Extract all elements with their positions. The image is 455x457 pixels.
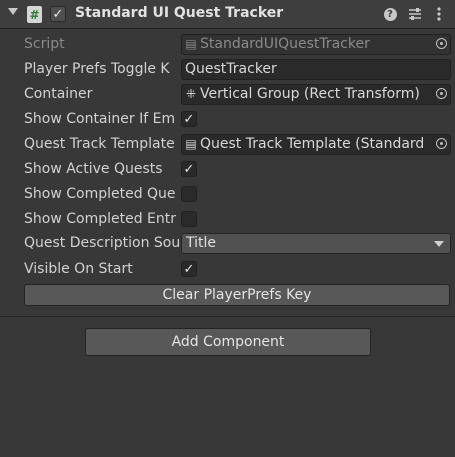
- quest-track-template-label: Quest Track Template: [24, 136, 175, 152]
- script-row: Script ▤ StandardUIQuestTracker: [0, 34, 455, 56]
- script-icon: #: [27, 6, 42, 23]
- section-divider: [0, 316, 455, 317]
- quest-description-source-value: Title: [186, 235, 217, 251]
- player-prefs-toggle-key-label: Player Prefs Toggle K: [24, 61, 170, 77]
- kebab-menu-icon[interactable]: [430, 5, 448, 23]
- quest-description-source-label: Quest Description Sou: [24, 235, 179, 251]
- script-value: StandardUIQuestTracker: [200, 36, 370, 52]
- script-file-icon: ▤: [185, 37, 197, 51]
- component-header: # ✓ Standard UI Quest Tracker ?: [0, 0, 455, 29]
- show-active-quests-checkbox[interactable]: ✓: [181, 161, 197, 177]
- add-component-button[interactable]: Add Component: [85, 328, 371, 356]
- presets-icon[interactable]: [406, 5, 424, 23]
- show-container-if-empty-row: Show Container If Em ✓: [0, 109, 455, 131]
- show-completed-entries-label: Show Completed Entr: [24, 211, 176, 227]
- quest-description-source-dropdown[interactable]: Title: [181, 233, 451, 254]
- player-prefs-toggle-key-input[interactable]: QuestTracker: [181, 59, 451, 80]
- object-picker-icon[interactable]: [436, 88, 447, 99]
- show-completed-quests-checkbox[interactable]: [181, 186, 197, 202]
- script-file-icon: ▤: [185, 137, 197, 151]
- component-title: Standard UI Quest Tracker: [75, 5, 284, 21]
- show-active-quests-row: Show Active Quests ✓: [0, 159, 455, 181]
- visible-on-start-row: Visible On Start ✓: [0, 259, 455, 281]
- container-label: Container: [24, 86, 93, 102]
- container-value: Vertical Group (Rect Transform): [200, 86, 420, 102]
- container-row: Container ⁜ Vertical Group (Rect Transfor…: [0, 84, 455, 106]
- quest-track-template-row: Quest Track Template ▤ Quest Track Templa…: [0, 134, 455, 156]
- show-completed-quests-row: Show Completed Que: [0, 184, 455, 206]
- help-icon[interactable]: ?: [381, 5, 399, 23]
- show-container-if-empty-label: Show Container If Em: [24, 111, 176, 127]
- quest-track-template-field[interactable]: ▤ Quest Track Template (Standard: [181, 134, 451, 155]
- visible-on-start-checkbox[interactable]: ✓: [181, 261, 197, 277]
- component-enabled-checkbox[interactable]: ✓: [50, 6, 66, 22]
- quest-track-template-value: Quest Track Template (Standard: [200, 136, 425, 152]
- rect-transform-icon: ⁜: [185, 87, 197, 101]
- show-completed-quests-label: Show Completed Que: [24, 186, 176, 202]
- object-picker-icon[interactable]: [436, 38, 447, 49]
- script-field[interactable]: ▤ StandardUIQuestTracker: [181, 34, 451, 55]
- visible-on-start-label: Visible On Start: [24, 261, 133, 277]
- player-prefs-toggle-key-row: Player Prefs Toggle K QuestTracker: [0, 59, 455, 81]
- chevron-down-icon: [434, 241, 444, 247]
- show-active-quests-label: Show Active Quests: [24, 161, 163, 177]
- script-label: Script: [24, 36, 65, 52]
- foldout-arrow-icon[interactable]: [8, 8, 18, 15]
- object-picker-icon[interactable]: [436, 138, 447, 149]
- show-container-if-empty-checkbox[interactable]: ✓: [181, 111, 197, 127]
- show-completed-entries-row: Show Completed Entr: [0, 209, 455, 231]
- clear-playerprefs-key-button[interactable]: Clear PlayerPrefs Key: [24, 284, 450, 306]
- show-completed-entries-checkbox[interactable]: [181, 211, 197, 227]
- quest-description-source-row: Quest Description Sou Title: [0, 233, 455, 255]
- container-field[interactable]: ⁜ Vertical Group (Rect Transform): [181, 84, 451, 105]
